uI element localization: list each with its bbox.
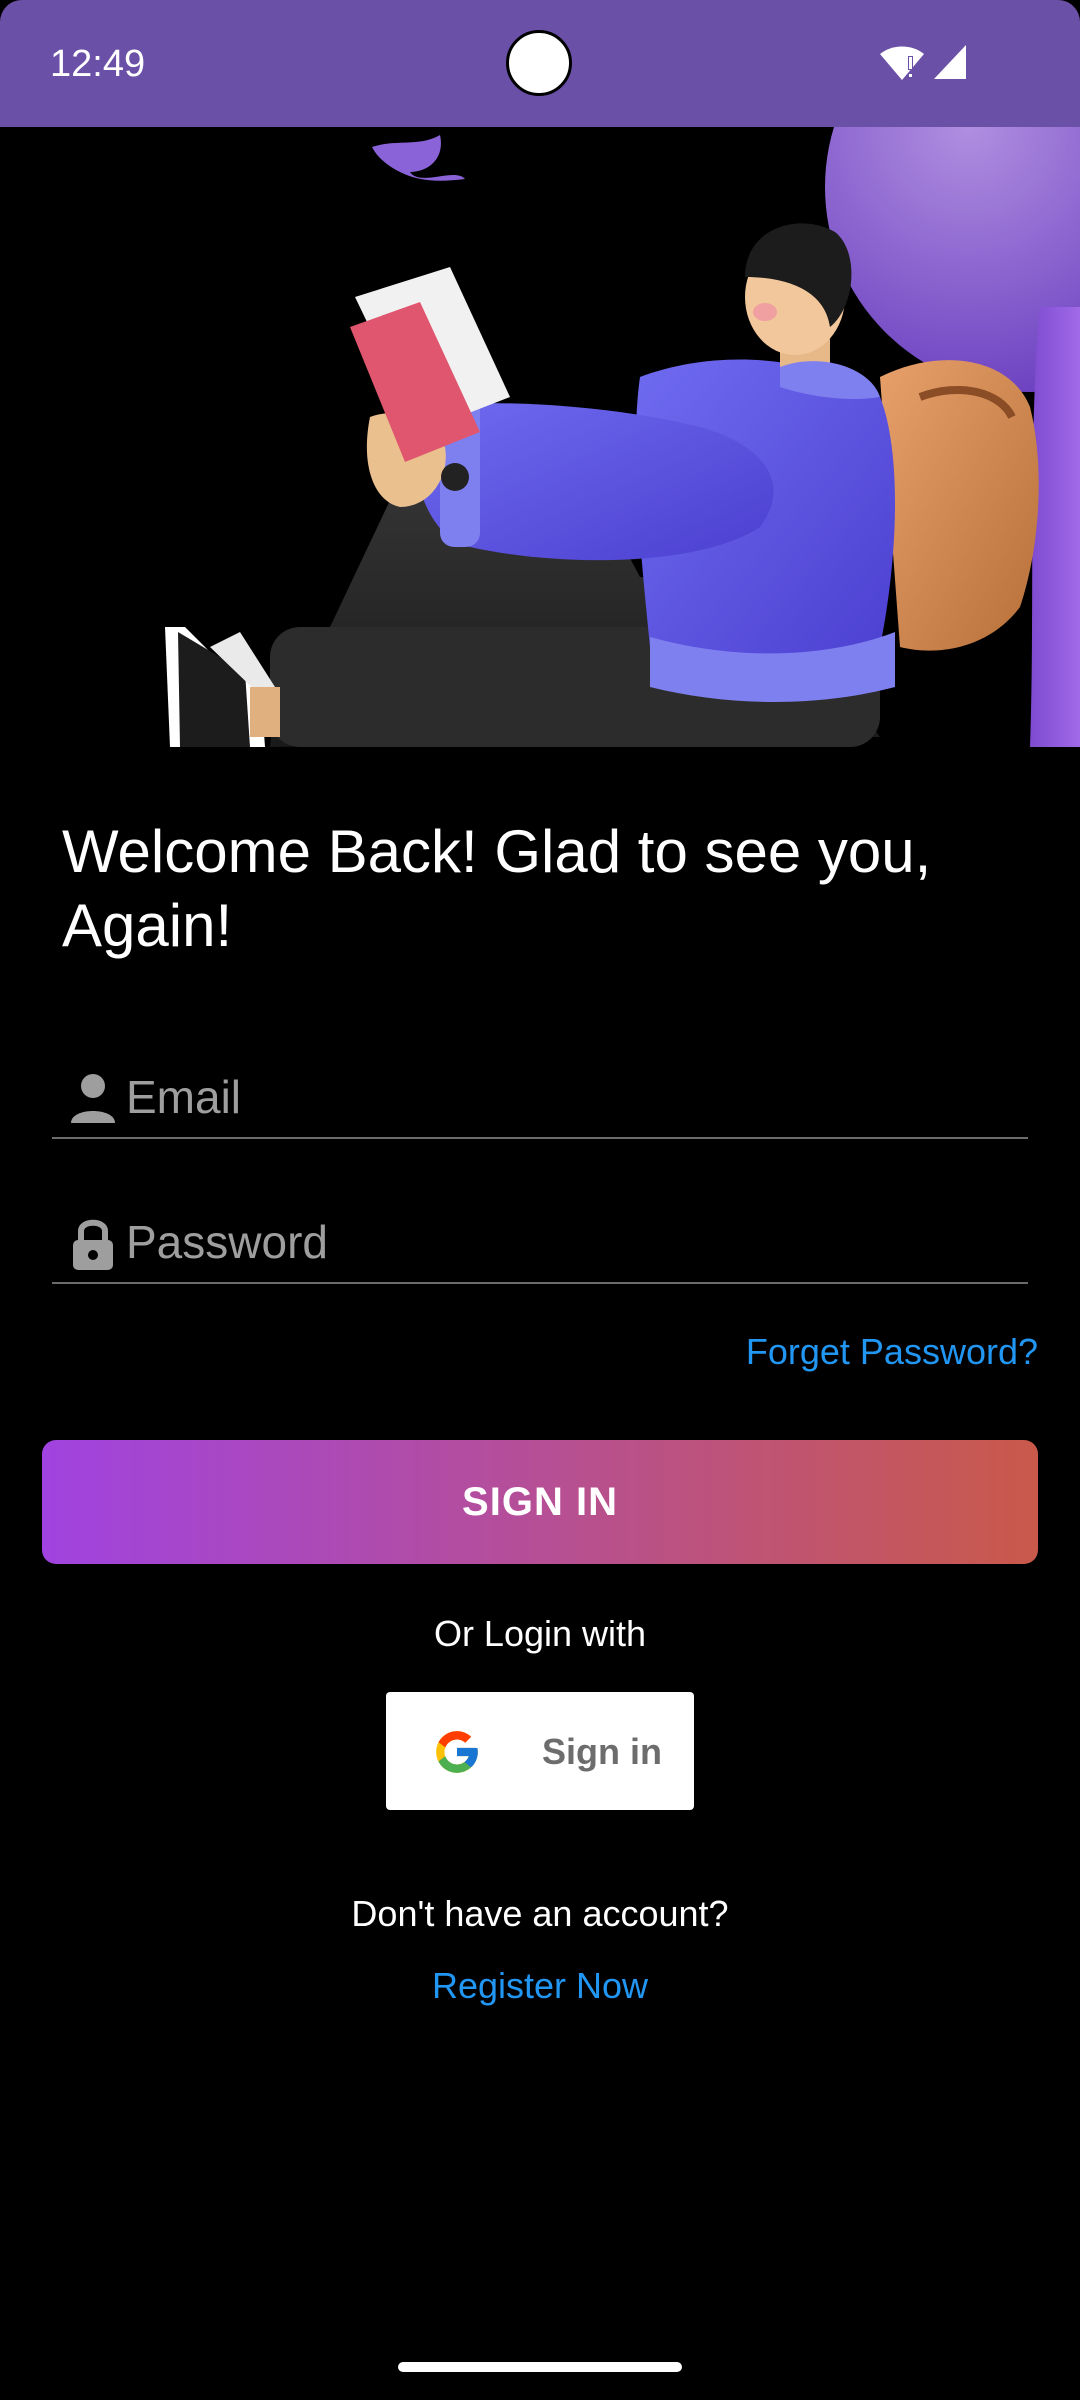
status-icons [878,42,968,82]
no-account-label: Don't have an account? [351,1893,729,1934]
sign-in-button[interactable]: SIGN IN [42,1440,1038,1564]
person-icon [71,1074,115,1123]
home-indicator[interactable] [398,2362,682,2372]
password-placeholder: Password [126,1216,328,1268]
status-time: 12:49 [50,43,146,85]
forgot-password-link[interactable]: Forget Password? [746,1328,1038,1376]
status-bar: 12:49 [0,0,1080,127]
email-placeholder: Email [126,1071,242,1123]
camera-cutout [506,30,572,96]
google-sign-in-label: Sign in [542,1731,662,1772]
email-field[interactable]: Email [52,1055,1028,1139]
or-login-label: Or Login with [433,1613,647,1654]
register-now-link[interactable]: Register Now [0,1962,1080,2010]
google-g-icon [436,1731,478,1773]
lock-icon [73,1219,113,1270]
person-reading-book-illustration [0,127,1080,757]
cell-signal-icon [934,45,966,79]
login-screen: 12:49 Welcome Back! Glad to see you, Aga… [0,0,1080,2400]
wifi-alert-icon [880,46,924,80]
google-sign-in-button[interactable]: Sign in [386,1692,694,1810]
password-field[interactable]: Password [52,1200,1028,1284]
page-title: Welcome Back! Glad to see you, Again! [62,818,932,959]
